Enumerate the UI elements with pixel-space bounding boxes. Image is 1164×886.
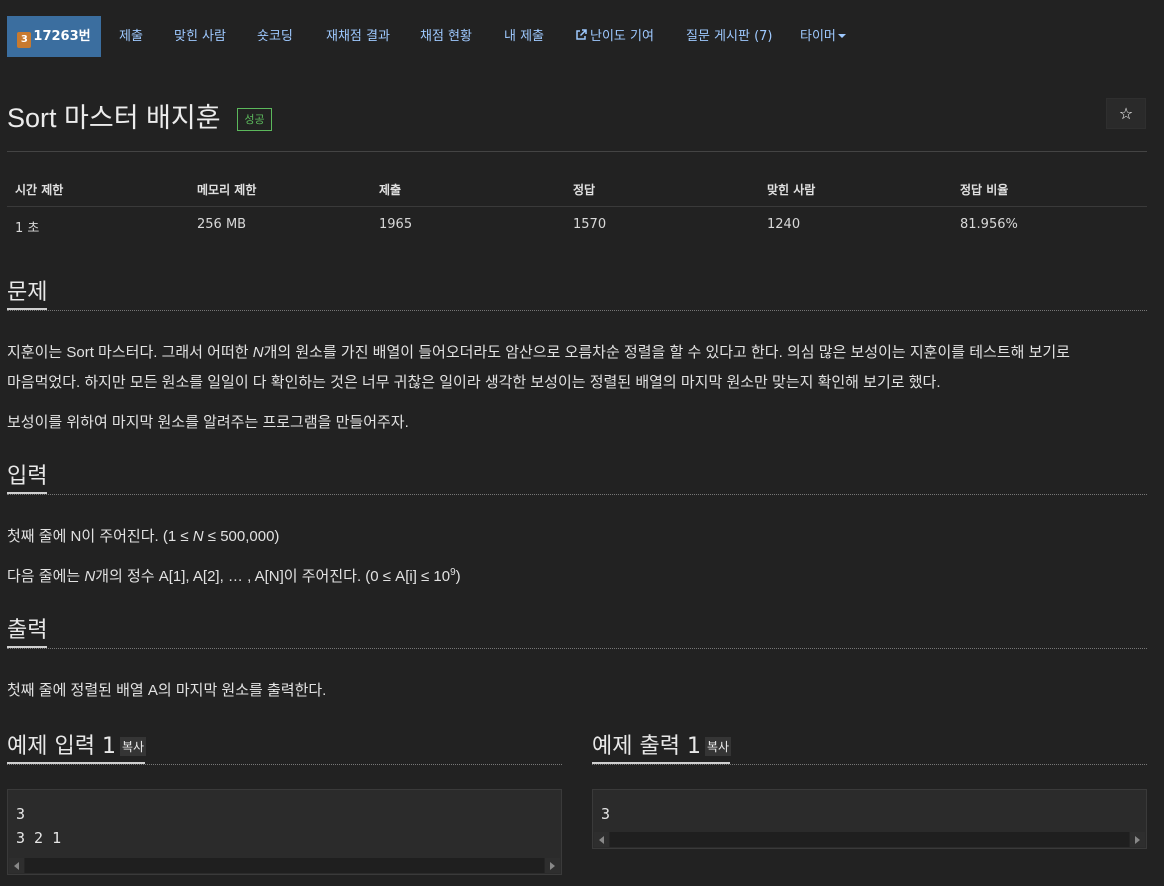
nav-status[interactable]: 채점 현황 xyxy=(420,16,472,57)
input-line-1: 첫째 줄에 N이 주어진다. (1 ≤ N ≤ 500,000) xyxy=(7,525,279,546)
table-cell: 81.956% xyxy=(960,217,1018,232)
heading-divider xyxy=(592,764,1147,765)
heading-divider xyxy=(7,764,562,765)
table-cell: 1 초 xyxy=(15,221,40,236)
scroll-right-icon[interactable] xyxy=(1130,832,1145,847)
nav-timer[interactable]: 타이머 xyxy=(800,16,846,57)
page-title: Sort 마스터 배지훈 xyxy=(7,103,221,133)
scroll-thumb[interactable] xyxy=(610,832,1129,847)
favorite-star-button[interactable]: ☆ xyxy=(1106,98,1146,129)
scroll-left-icon[interactable] xyxy=(9,858,24,873)
description-paragraph-cont: 마음먹었다. 하지만 모든 원소를 일일이 다 확인하는 것은 너무 귀찮은 일… xyxy=(7,374,941,391)
problem-number-label: 17263번 xyxy=(33,29,91,44)
math-var: N xyxy=(192,528,204,545)
text: ≤ 500,000) xyxy=(203,528,280,545)
nav-qna-board[interactable]: 질문 게시판 (7) xyxy=(686,16,772,57)
heading-divider xyxy=(7,310,1147,311)
status-badge: 성공 xyxy=(237,108,272,131)
description-paragraph: 지훈이는 Sort 마스터다. 그래서 어떠한 N개의 원소를 가진 배열이 들… xyxy=(7,341,1070,362)
problem-nav: 3 17263번 제출 맞힌 사람 숏코딩 재채점 결과 채점 현황 내 제출 난… xyxy=(0,0,1164,72)
sample-input-box[interactable]: 3 3 2 1 xyxy=(7,789,562,875)
table-header: 맞힌 사람 xyxy=(767,183,816,197)
nav-problem-number[interactable]: 3 17263번 xyxy=(7,16,101,57)
nav-short-coding[interactable]: 숏코딩 xyxy=(257,16,293,57)
description-heading: 문제 xyxy=(7,280,48,305)
input-line-2: 다음 줄에는 N개의 정수 A[1], A[2], … , A[N]이 주어진다… xyxy=(7,565,461,586)
sample-input-title: 예제 입력 1 xyxy=(7,734,116,759)
input-heading: 입력 xyxy=(7,464,48,489)
table-cell: 1570 xyxy=(573,217,607,232)
text: 개의 정수 A[1], A[2], … , A[N]이 주어진다. (0 ≤ A… xyxy=(95,568,451,585)
copy-sample-output-button[interactable]: 복사 xyxy=(704,737,732,756)
text: 지훈이는 Sort 마스터다. 그래서 어떠한 xyxy=(7,344,253,361)
heading-divider xyxy=(7,648,1147,649)
table-header: 정답 비율 xyxy=(960,183,1009,197)
caret-down-icon xyxy=(837,34,846,38)
nav-solvers[interactable]: 맞힌 사람 xyxy=(174,16,226,57)
sample-output-box[interactable]: 3 xyxy=(592,789,1147,849)
text: 다음 줄에는 xyxy=(7,568,85,585)
scroll-thumb[interactable] xyxy=(25,858,544,873)
title-divider xyxy=(7,151,1147,152)
heading-divider xyxy=(7,494,1147,495)
sample-output-title: 예제 출력 1 xyxy=(592,734,701,759)
scroll-left-icon[interactable] xyxy=(594,832,609,847)
horizontal-scrollbar[interactable] xyxy=(9,858,560,873)
timer-label: 타이머 xyxy=(800,29,836,44)
copy-sample-input-button[interactable]: 복사 xyxy=(119,737,147,756)
text: 첫째 줄에 N이 주어진다. (1 ≤ xyxy=(7,528,193,545)
description-paragraph-2: 보성이를 위하여 마지막 원소를 알려주는 프로그램을 만들어주자. xyxy=(7,414,409,431)
table-header: 정답 xyxy=(573,183,596,197)
external-link-icon xyxy=(576,29,587,40)
bronze-tier-icon: 3 xyxy=(17,32,32,48)
nav-difficulty-contribution[interactable]: 난이도 기여 xyxy=(575,16,654,57)
output-heading: 출력 xyxy=(7,618,48,643)
table-cell: 256 MB xyxy=(197,217,247,232)
table-cell: 1240 xyxy=(767,217,801,232)
sample-output-text: 3 xyxy=(601,805,611,823)
nav-rejudge-results[interactable]: 재채점 결과 xyxy=(326,16,390,57)
table-header: 메모리 제한 xyxy=(197,183,257,197)
math-var: N xyxy=(252,344,264,361)
output-line-1: 첫째 줄에 정렬된 배열 A의 마지막 원소를 출력한다. xyxy=(7,682,327,699)
nav-submit[interactable]: 제출 xyxy=(119,16,143,57)
math-var: N xyxy=(84,568,96,585)
horizontal-scrollbar[interactable] xyxy=(594,832,1145,847)
scroll-right-icon[interactable] xyxy=(545,858,560,873)
nav-my-submissions[interactable]: 내 제출 xyxy=(504,16,544,57)
sample-output-heading: 예제 출력 1 복사 xyxy=(592,728,732,760)
table-divider xyxy=(7,206,1147,207)
sample-input-text: 3 3 2 1 xyxy=(16,805,62,847)
text: ) xyxy=(455,568,461,585)
table-header: 시간 제한 xyxy=(15,183,64,197)
sample-input-heading: 예제 입력 1 복사 xyxy=(7,728,147,760)
table-header: 제출 xyxy=(379,183,402,197)
difficulty-contribution-label: 난이도 기여 xyxy=(590,29,654,44)
text: 개의 원소를 가진 배열이 들어오더라도 암산으로 오름차순 정렬을 할 수 있… xyxy=(263,344,1070,361)
table-cell: 1965 xyxy=(379,217,413,232)
star-icon: ☆ xyxy=(1118,104,1134,123)
